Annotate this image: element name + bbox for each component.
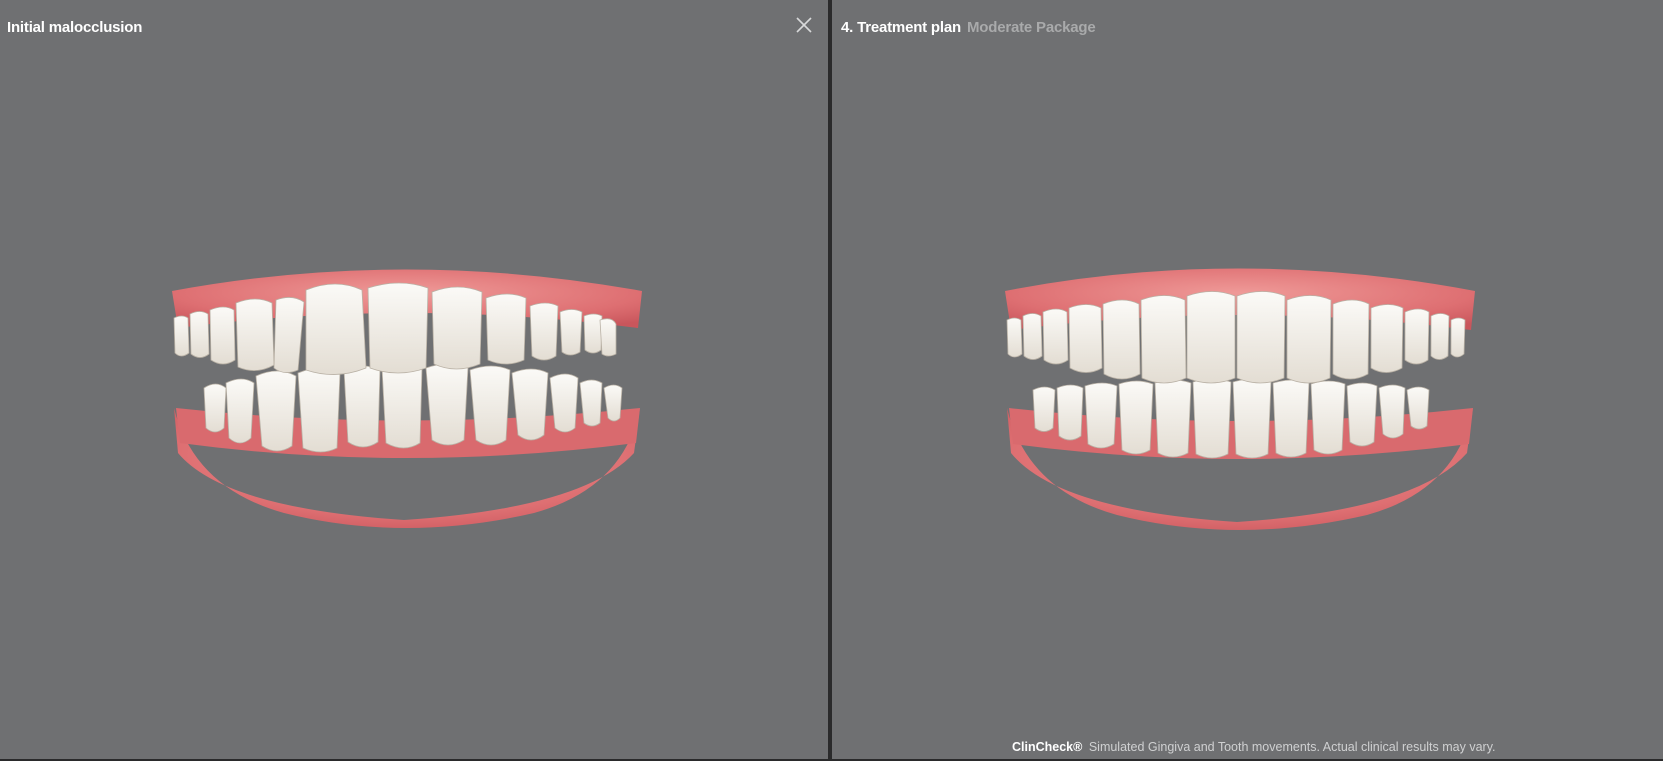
clincheck-viewer: Initial malocclusion 4. Treatment plan M… bbox=[0, 0, 1663, 761]
treatment-teeth-3d-model[interactable] bbox=[997, 258, 1487, 538]
treatment-plan-pane[interactable]: 4. Treatment plan Moderate Package bbox=[832, 0, 1663, 761]
disclaimer-text: Simulated Gingiva and Tooth movements. A… bbox=[1088, 740, 1496, 754]
close-icon[interactable] bbox=[792, 13, 816, 37]
footer-disclaimer: ClinCheck® Simulated Gingiva and Tooth m… bbox=[1012, 740, 1496, 754]
initial-malocclusion-pane[interactable]: Initial malocclusion bbox=[0, 0, 828, 761]
pane-title-treatment: 4. Treatment plan Moderate Package bbox=[841, 19, 1096, 36]
initial-title-label: Initial malocclusion bbox=[7, 19, 143, 36]
treatment-title-label: 4. Treatment plan bbox=[841, 19, 961, 36]
package-subtitle: Moderate Package bbox=[966, 19, 1096, 36]
pane-title-initial: Initial malocclusion bbox=[7, 19, 142, 36]
initial-teeth-3d-model[interactable] bbox=[164, 258, 654, 538]
clincheck-brand: ClinCheck® bbox=[1012, 740, 1083, 754]
